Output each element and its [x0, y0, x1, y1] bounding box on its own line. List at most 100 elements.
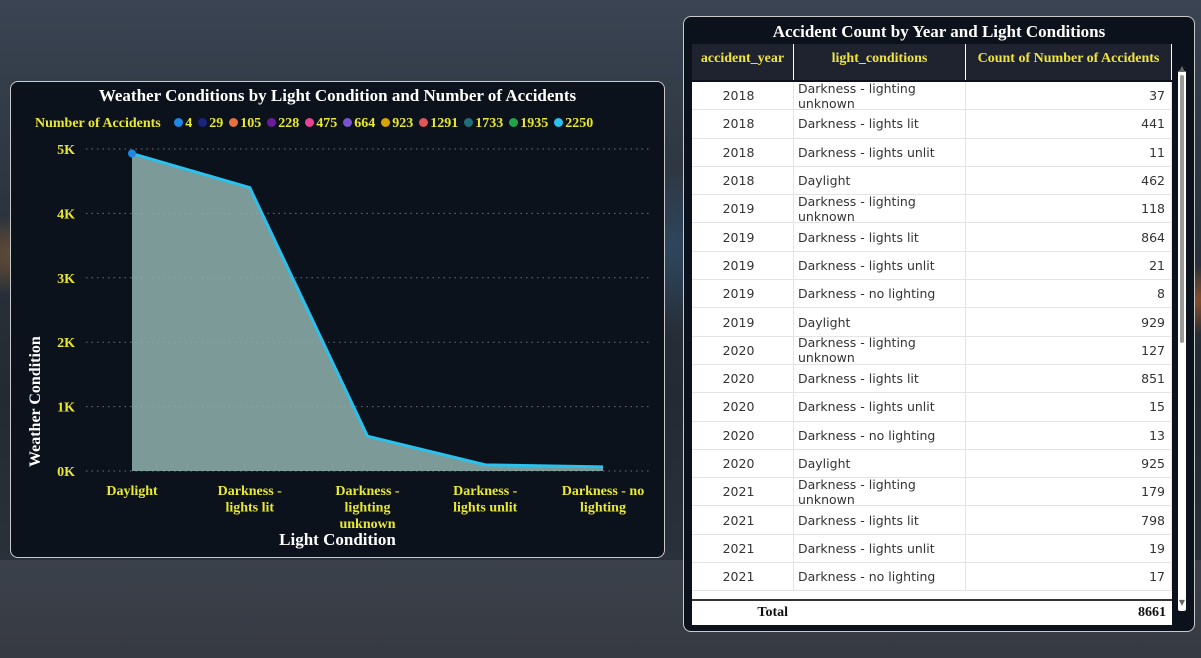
- y-tick-label: 5K: [57, 143, 75, 158]
- cell-light-condition: Darkness - lights unlit: [794, 138, 966, 166]
- table-row[interactable]: 2018 Darkness - lights unlit 11: [692, 138, 1172, 167]
- cell-count: 15: [966, 393, 1172, 421]
- table-body: 2018 Darkness - lighting unknown 37 2018 Dar…: [692, 82, 1172, 599]
- cell-light-condition: Daylight: [794, 166, 966, 195]
- table-row[interactable]: 2020 Darkness - lights lit 851: [692, 364, 1172, 394]
- cell-year: 2018: [692, 82, 794, 110]
- data-point: [128, 149, 136, 158]
- cell-light-condition: Darkness - lighting unknown: [794, 82, 966, 111]
- y-tick-label: 3K: [57, 272, 75, 287]
- cell-light-condition: Darkness - lighting unknown: [794, 477, 966, 507]
- cell-year: 2019: [692, 251, 794, 280]
- cell-light-condition: Darkness - lights lit: [794, 110, 966, 138]
- cell-light-condition: Darkness - lighting unknown: [794, 335, 966, 365]
- table-scrollbar-thumb[interactable]: [1180, 75, 1184, 343]
- area-fill: [132, 153, 603, 471]
- cell-count: 462: [966, 166, 1172, 195]
- table-row[interactable]: 2021 Darkness - no lighting 17: [692, 563, 1172, 592]
- column-header-count[interactable]: Count of Number of Accidents: [966, 44, 1172, 80]
- cell-year: 2018: [692, 166, 794, 195]
- cell-light-condition: Darkness - lights lit: [794, 223, 966, 251]
- cell-count: 21: [966, 251, 1172, 280]
- x-tick-label: Darkness -lighting unknown: [335, 484, 400, 532]
- cell-count: 179: [966, 478, 1172, 506]
- cell-year: 2020: [692, 336, 794, 364]
- cell-count: 17: [966, 563, 1172, 591]
- x-tick-label: Darkness -lights unlit: [453, 484, 518, 516]
- table-row[interactable]: 2021 Darkness - lighting unknown 179: [692, 477, 1172, 507]
- y-axis-title: Weather Condition: [27, 336, 44, 467]
- cell-count: 929: [966, 308, 1172, 336]
- scroll-down-icon[interactable]: ▼: [1178, 599, 1186, 607]
- table-row[interactable]: 2018 Darkness - lighting unknown 37: [692, 82, 1172, 111]
- cell-count: 925: [966, 449, 1172, 478]
- cell-count: 118: [966, 195, 1172, 223]
- cell-year: 2019: [692, 308, 794, 336]
- table-row[interactable]: 2019 Daylight 929: [692, 308, 1172, 337]
- column-header-light-conditions[interactable]: light_conditions: [794, 44, 966, 80]
- table-row[interactable]: 2020 Darkness - lighting unknown 127: [692, 335, 1172, 365]
- area-chart-visual[interactable]: Weather Conditions by Light Condition an…: [10, 81, 665, 558]
- x-tick-label: Darkness - no lighting: [562, 484, 644, 516]
- cell-light-condition: Darkness - lights lit: [794, 364, 966, 393]
- cell-year: 2020: [692, 421, 794, 449]
- table-row[interactable]: 2019 Darkness - lighting unknown 118: [692, 194, 1172, 224]
- cell-count: 19: [966, 534, 1172, 563]
- cell-light-condition: Daylight: [794, 449, 966, 478]
- cell-year: 2021: [692, 478, 794, 506]
- table-row[interactable]: 2020 Darkness - lights unlit 15: [692, 393, 1172, 422]
- cell-year: 2021: [692, 534, 794, 563]
- table-row[interactable]: 2021 Darkness - lights lit 798: [692, 506, 1172, 535]
- y-tick-label: 0K: [57, 465, 75, 480]
- table-row[interactable]: 2019 Darkness - lights unlit 21: [692, 251, 1172, 281]
- cell-year: 2018: [692, 110, 794, 138]
- chart-plot: 0K 1K 2K 3K 4K 5K Daylight Darkness -lights lit…: [57, 143, 649, 532]
- cell-count: 11: [966, 138, 1172, 166]
- table-row[interactable]: 2020 Daylight 925: [692, 449, 1172, 479]
- y-tick-label: 2K: [57, 336, 75, 351]
- cell-year: 2018: [692, 138, 794, 166]
- x-tick-label: Daylight: [106, 484, 158, 499]
- cell-light-condition: Daylight: [794, 308, 966, 336]
- cell-year: 2019: [692, 223, 794, 251]
- table-total-row: Total 8661: [692, 599, 1172, 625]
- y-tick-label: 4K: [57, 207, 75, 222]
- cell-count: 13: [966, 421, 1172, 449]
- table-row[interactable]: 2019 Darkness - lights lit 864: [692, 223, 1172, 252]
- cell-count: 8: [966, 280, 1172, 308]
- x-tick-label: Darkness -lights lit: [218, 484, 283, 516]
- cell-count: 441: [966, 110, 1172, 138]
- cell-light-condition: Darkness - no lighting: [794, 563, 966, 591]
- cell-light-condition: Darkness - lights unlit: [794, 251, 966, 280]
- table-row[interactable]: 2019 Darkness - no lighting 8: [692, 280, 1172, 309]
- cell-year: 2021: [692, 563, 794, 591]
- cell-light-condition: Darkness - no lighting: [794, 421, 966, 449]
- table-row[interactable]: 2021 Darkness - lights unlit 19: [692, 534, 1172, 564]
- cell-count: 37: [966, 82, 1172, 110]
- total-label: Total: [757, 605, 788, 620]
- cell-count: 127: [966, 336, 1172, 364]
- table-visual[interactable]: Accident Count by Year and Light Conditi…: [683, 16, 1195, 632]
- cell-light-condition: Darkness - lighting unknown: [794, 194, 966, 224]
- cell-year: 2021: [692, 506, 794, 534]
- cell-year: 2019: [692, 195, 794, 223]
- cell-count: 798: [966, 506, 1172, 534]
- total-value: 8661: [1138, 605, 1166, 620]
- cell-light-condition: Darkness - lights lit: [794, 506, 966, 534]
- table-title: Accident Count by Year and Light Conditi…: [772, 22, 1106, 41]
- cell-light-condition: Darkness - lights unlit: [794, 393, 966, 421]
- column-header-accident-year[interactable]: accident_year: [692, 44, 794, 80]
- cell-count: 864: [966, 223, 1172, 251]
- cell-year: 2020: [692, 364, 794, 393]
- cell-year: 2020: [692, 449, 794, 478]
- cell-year: 2019: [692, 280, 794, 308]
- table-row[interactable]: 2018 Daylight 462: [692, 166, 1172, 196]
- table-header: accident_year light_conditions Count of …: [692, 44, 1172, 80]
- cell-count: 851: [966, 364, 1172, 393]
- x-axis-title: Light Condition: [279, 530, 396, 549]
- table-row[interactable]: 2018 Darkness - lights lit 441: [692, 110, 1172, 139]
- scroll-up-icon[interactable]: ▲: [1178, 65, 1186, 73]
- y-tick-label: 1K: [57, 401, 75, 416]
- table-row[interactable]: 2020 Darkness - no lighting 13: [692, 421, 1172, 450]
- cell-year: 2020: [692, 393, 794, 421]
